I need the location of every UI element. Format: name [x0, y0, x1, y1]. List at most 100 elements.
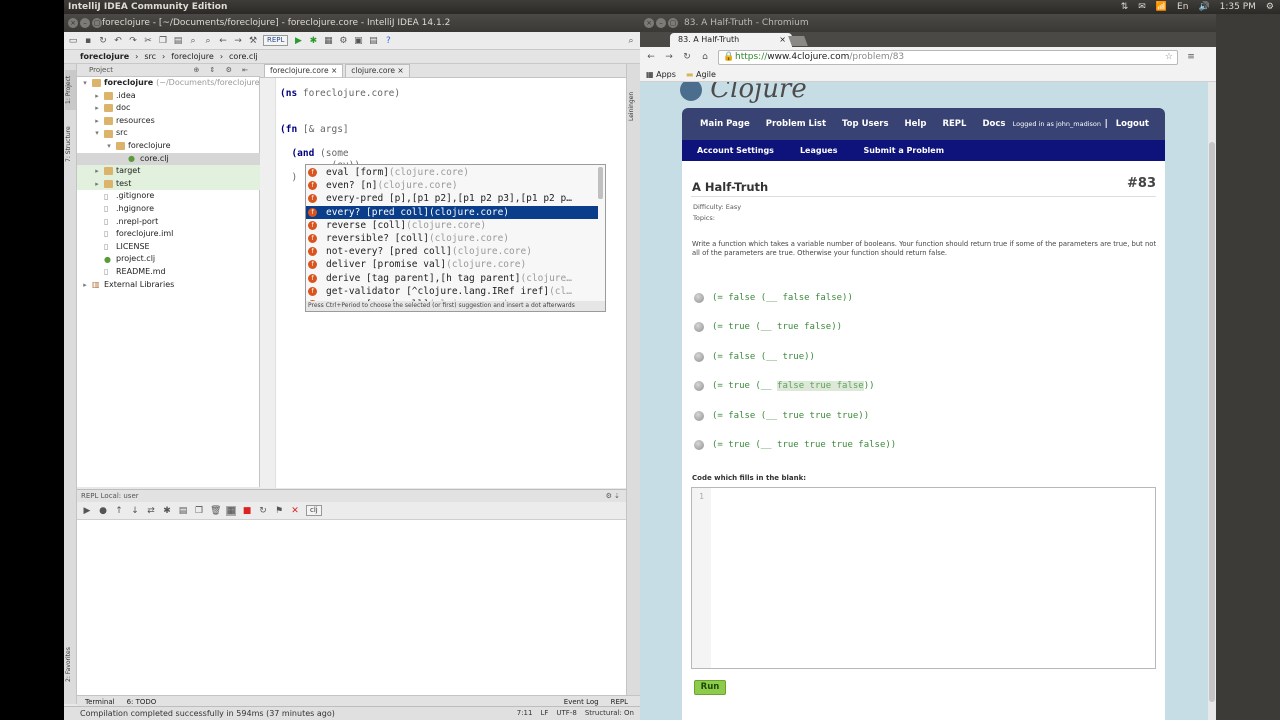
vcs-icon[interactable]: ▤	[368, 36, 378, 46]
expand-arrow-icon[interactable]: ▾	[93, 127, 101, 140]
site-logo[interactable]: Clojure	[680, 82, 807, 104]
repl-ns-select[interactable]: clj	[306, 505, 322, 516]
repl-close-icon[interactable]: ✕	[290, 506, 300, 516]
repl-softwrap-icon[interactable]: ▦	[226, 505, 236, 516]
expand-arrow-icon[interactable]: ▸	[93, 102, 101, 115]
line-separator[interactable]: LF	[540, 707, 548, 720]
forward-icon[interactable]: →	[233, 36, 243, 46]
tray-item[interactable]: En	[1177, 0, 1188, 14]
tray-item[interactable]: 1:35 PM	[1220, 0, 1256, 14]
search-everywhere-icon[interactable]: ⌕	[626, 36, 636, 46]
project-panel-tools-icon[interactable]: ⊕ ⇕ ⚙ ⇤	[193, 64, 252, 77]
tree-node[interactable]: ▸ .idea	[77, 90, 136, 103]
tray-item[interactable]: ⇅	[1121, 0, 1129, 14]
expand-arrow-icon[interactable]: ▸	[81, 279, 89, 292]
page-scrollbar[interactable]	[1208, 82, 1216, 720]
back-icon[interactable]: ←	[218, 36, 228, 46]
bookmark-star-icon[interactable]: ☆	[1165, 51, 1173, 64]
repl-clear-icon[interactable]: 🗑	[210, 506, 221, 516]
expand-arrow-icon[interactable]: ▸	[93, 165, 101, 178]
repl-eval-icon[interactable]: ✱	[162, 506, 172, 516]
copy-icon[interactable]: ❐	[158, 36, 168, 46]
breadcrumb-item[interactable]: src	[142, 52, 158, 61]
completion-item[interactable]: f derive [tag parent],[h tag parent] (clo…	[306, 272, 598, 285]
browser-tab[interactable]: 83. A Half-Truth ×	[670, 33, 792, 47]
system-tray[interactable]: ⇅ ✉ 📶 En 🔊 1:35 PM ⚙	[1121, 0, 1274, 14]
sync-icon[interactable]: ↻	[98, 36, 108, 46]
tree-node[interactable]: ▯ .nrepl-port	[77, 216, 158, 229]
scrollbar-thumb[interactable]	[1209, 142, 1215, 702]
completion-item[interactable]: f deliver [promise val] (clojure.core)	[306, 258, 598, 271]
tray-item[interactable]: ⚙	[1266, 0, 1274, 14]
repl-restart-icon[interactable]: ↻	[258, 506, 268, 516]
completion-item[interactable]: f every? [pred coll] (clojure.core)	[306, 205, 598, 219]
repl-pin-icon[interactable]: ⚑	[274, 506, 284, 516]
tray-item[interactable]: 📶	[1156, 0, 1167, 14]
new-tab-button[interactable]	[788, 36, 808, 46]
close-window-button[interactable]: ×	[68, 18, 78, 28]
todo-tab[interactable]: 6: TODO	[127, 698, 157, 706]
project-panel-header[interactable]: Project ⊕ ⇕ ⚙ ⇤	[77, 64, 260, 77]
browser-close-button[interactable]: ×	[644, 18, 654, 28]
minimize-window-button[interactable]: –	[80, 18, 90, 28]
expand-arrow-icon[interactable]: ▸	[93, 90, 101, 103]
undo-icon[interactable]: ↶	[113, 36, 123, 46]
chrome-menu-icon[interactable]: ≡	[1186, 52, 1196, 62]
bookmark-agile[interactable]: ▬ Agile	[686, 70, 716, 79]
tree-node[interactable]: ▸ doc	[77, 102, 130, 115]
tool-tab-leiningen[interactable]: Leiningen	[628, 86, 639, 126]
terminal-tab[interactable]: Terminal	[85, 698, 115, 706]
repl-down-icon[interactable]: ↓	[130, 506, 140, 516]
nav-link[interactable]: Top Users	[842, 119, 889, 129]
open-icon[interactable]: ▭	[68, 36, 78, 46]
completion-popup[interactable]: fremove [pred coll] (clojure.core)fget-v…	[305, 164, 606, 312]
debug-icon[interactable]: ✱	[308, 36, 318, 46]
close-tab-icon[interactable]: ×	[779, 33, 786, 47]
completion-item[interactable]: f eval [form] (clojure.core)	[306, 166, 598, 179]
tray-item[interactable]: 🔊	[1198, 0, 1209, 14]
project-view-select[interactable]: Project	[89, 66, 113, 74]
completion-item[interactable]: f every-pred [p],[p1 p2],[p1 p2 p3],[p1 p…	[306, 192, 598, 205]
forward-icon[interactable]: →	[664, 52, 674, 62]
sdk-icon[interactable]: ▣	[353, 36, 363, 46]
cut-icon[interactable]: ✂	[143, 36, 153, 46]
tool-tab-favorites[interactable]: 2: Favorites	[65, 644, 76, 686]
repl-copy-icon[interactable]: ❐	[194, 506, 204, 516]
tree-node[interactable]: ▾ foreclojure (~/Documents/foreclojure)	[77, 77, 263, 90]
settings-icon[interactable]: ⚙	[338, 36, 348, 46]
tool-tab-project[interactable]: 1: Project	[65, 70, 76, 110]
reload-icon[interactable]: ↻	[682, 52, 692, 62]
nav-link[interactable]: Help	[905, 119, 927, 129]
paste-icon[interactable]: ▤	[173, 36, 183, 46]
tree-node[interactable]: ▾ foreclojure	[77, 140, 171, 153]
tool-tab-structure[interactable]: 7: Structure	[65, 124, 76, 164]
repl-record-icon[interactable]: ●	[98, 506, 108, 516]
expand-arrow-icon[interactable]: ▸	[93, 178, 101, 191]
tree-node[interactable]: ▸ ▥ External Libraries	[77, 279, 174, 292]
url-input[interactable]: 🔒 https://www.4clojure.com/problem/83 ☆	[718, 49, 1178, 65]
browser-maximize-button[interactable]: ▢	[668, 18, 678, 28]
find-icon[interactable]: ⌕	[188, 36, 198, 46]
run-config-select[interactable]: REPL	[263, 35, 289, 46]
home-icon[interactable]: ⌂	[700, 52, 710, 62]
nav-link[interactable]: REPL	[942, 119, 966, 129]
replace-icon[interactable]: ⌕	[203, 36, 213, 46]
repl-output-area[interactable]	[77, 520, 626, 704]
logout-link[interactable]: | Logout	[1105, 108, 1149, 140]
sub-nav-link[interactable]: Submit a Problem	[863, 146, 944, 155]
completion-item[interactable]: f even? [n] (clojure.core)	[306, 179, 598, 192]
build-icon[interactable]: ⚒	[248, 36, 258, 46]
repl-load-icon[interactable]: ⇄	[146, 506, 156, 516]
tree-node[interactable]: ▯ LICENSE	[77, 241, 150, 254]
redo-icon[interactable]: ↷	[128, 36, 138, 46]
code-input[interactable]: 1	[691, 487, 1156, 669]
tree-node[interactable]: ● core.clj	[77, 152, 260, 166]
sub-nav-link[interactable]: Account Settings	[697, 146, 774, 155]
tree-node[interactable]: ▾ src	[77, 127, 128, 140]
completion-item[interactable]: f reversible? [coll] (clojure.core)	[306, 232, 598, 245]
repl-up-icon[interactable]: ↑	[114, 506, 124, 516]
expand-arrow-icon[interactable]: ▾	[105, 140, 113, 153]
tray-item[interactable]: ✉	[1138, 0, 1146, 14]
tab-foreclojure-core[interactable]: foreclojure.core ×	[264, 64, 344, 77]
tree-node[interactable]: ▸ target	[77, 165, 260, 178]
